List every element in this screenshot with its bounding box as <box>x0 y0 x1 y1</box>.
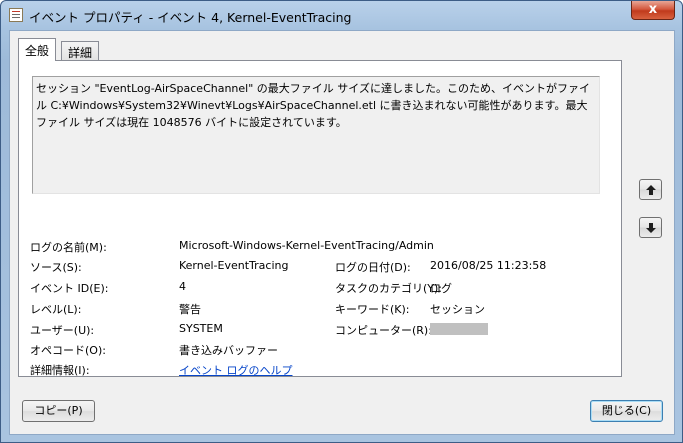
source-label: ソース(S): <box>30 261 82 274</box>
tab-details[interactable]: 詳細 <box>61 41 100 60</box>
dialog-client-area: 全般 詳細 セッション "EventLog-AirSpaceChannel" の… <box>9 30 675 435</box>
previous-event-button[interactable] <box>639 179 662 200</box>
next-event-button[interactable] <box>639 217 662 238</box>
window-title: イベント プロパティ - イベント 4, Kernel-EventTracing <box>29 10 352 25</box>
event-description[interactable]: セッション "EventLog-AirSpaceChannel" の最大ファイル… <box>32 76 600 194</box>
title-bar[interactable]: イベント プロパティ - イベント 4, Kernel-EventTracing… <box>1 1 682 29</box>
event-log-help-link[interactable]: イベント ログのヘルプ <box>179 362 293 378</box>
logged-label: ログの日付(D): <box>335 261 411 274</box>
event-id-value[interactable]: 4 <box>179 280 186 293</box>
more-info-label: 詳細情報(I): <box>30 364 90 377</box>
task-category-value[interactable]: ログ <box>430 280 452 296</box>
logged-value[interactable]: 2016/08/25 11:23:58 <box>430 259 546 272</box>
level-label: レベル(L): <box>30 303 82 316</box>
log-name-value[interactable]: Microsoft-Windows-Kernel-EventTracing/Ad… <box>179 239 434 252</box>
computer-label: コンピューター(R): <box>335 324 432 337</box>
source-value[interactable]: Kernel-EventTracing <box>179 259 288 272</box>
close-button[interactable]: 閉じる(C) <box>590 400 663 422</box>
window-close-button[interactable]: x <box>631 1 675 20</box>
task-category-label: タスクのカテゴリ(Y): <box>335 282 443 295</box>
opcode-value[interactable]: 書き込みバッファー <box>179 342 278 358</box>
computer-value-redacted <box>430 323 488 335</box>
event-id-label: イベント ID(E): <box>30 282 109 295</box>
event-properties-window: イベント プロパティ - イベント 4, Kernel-EventTracing… <box>0 0 683 443</box>
level-value[interactable]: 警告 <box>179 301 201 317</box>
tab-general[interactable]: 全般 <box>18 38 57 61</box>
user-label: ユーザー(U): <box>30 324 95 337</box>
copy-button[interactable]: コピー(P) <box>22 400 95 422</box>
general-tab-panel: セッション "EventLog-AirSpaceChannel" の最大ファイル… <box>18 60 622 377</box>
keywords-value[interactable]: セッション <box>430 301 485 317</box>
log-name-label: ログの名前(M): <box>30 241 107 254</box>
keywords-label: キーワード(K): <box>335 303 410 316</box>
event-viewer-app-icon <box>9 8 23 22</box>
opcode-label: オペコード(O): <box>30 344 106 357</box>
user-value[interactable]: SYSTEM <box>179 322 223 335</box>
